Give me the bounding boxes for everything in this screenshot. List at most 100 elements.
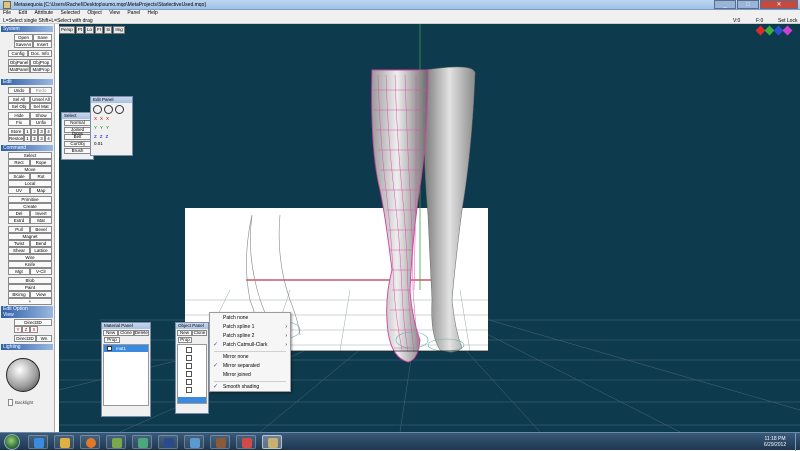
material-new-button[interactable]: New (103, 330, 119, 336)
material-delete-button[interactable]: Delete (133, 330, 149, 336)
doc-info-button[interactable]: Doc. Info (28, 50, 52, 57)
wn-toggle[interactable]: Wn (36, 335, 52, 342)
store-4[interactable]: 4 (45, 128, 52, 135)
maximize-button[interactable]: □ (737, 0, 759, 9)
object-row[interactable] (186, 387, 192, 393)
scale-handle-icon[interactable] (115, 105, 124, 114)
object-prop-button[interactable]: Prop (178, 337, 192, 343)
start-button[interactable] (4, 434, 20, 450)
menu-smooth-shading[interactable]: Smooth shading (223, 384, 259, 390)
menu-object[interactable]: Object (84, 10, 104, 17)
object-clone-button[interactable]: Clone (192, 330, 207, 336)
y-axis-scale[interactable]: Y (106, 125, 109, 130)
menu-patch-catmull-clark[interactable]: Patch Catmull-Clark (223, 342, 267, 348)
store-2[interactable]: 2 (31, 128, 38, 135)
menu-patch-spline-2[interactable]: Patch spline 2 (223, 333, 254, 339)
shear-tool[interactable]: Shear (8, 247, 30, 254)
select-normal[interactable]: Normal (64, 120, 91, 126)
object-row[interactable] (186, 363, 192, 369)
rect-tool[interactable]: Rect (8, 159, 30, 166)
bkimg-tool[interactable]: BKimg (8, 291, 30, 298)
bend-tool[interactable]: Bend (30, 240, 52, 247)
map-tool[interactable]: Map (30, 187, 52, 194)
reset-view-icon[interactable] (782, 25, 793, 36)
rot-tool[interactable]: Rot (30, 173, 52, 180)
plugin-tool[interactable]: + (8, 298, 52, 305)
select-brush[interactable]: Brush (64, 148, 91, 154)
x-axis-move[interactable]: X (94, 116, 97, 121)
store-3[interactable]: 3 (38, 128, 45, 135)
menu-help[interactable]: Help (145, 10, 161, 17)
mat-tool[interactable]: Mat (30, 217, 52, 224)
mgt-tool[interactable]: Mgt (8, 268, 30, 275)
restore-4[interactable]: 4 (45, 135, 52, 142)
store-1[interactable]: 1 (24, 128, 31, 135)
objpanel-button[interactable]: ObjPanel (8, 59, 30, 66)
menu-mirror-joined[interactable]: Mirror joined (223, 372, 251, 378)
menu-view[interactable]: View (106, 10, 123, 17)
taskbar-app-8[interactable] (210, 435, 230, 449)
object-new-button[interactable]: New (177, 330, 192, 336)
move-tool[interactable]: Move (8, 166, 52, 173)
move-handle-icon[interactable] (93, 105, 102, 114)
restore-1[interactable]: 1 (24, 135, 31, 142)
backlight-checkbox[interactable] (8, 399, 13, 406)
saveas-button[interactable]: SaveAs (14, 41, 33, 48)
taskbar-app-7[interactable] (184, 435, 204, 449)
select-curobj[interactable]: CurObj (64, 141, 91, 147)
sel-obj-button[interactable]: Sel Obj (8, 103, 30, 110)
matpanel-button[interactable]: MatPanel (8, 66, 30, 73)
select-tool[interactable]: Select (8, 152, 52, 159)
del-tool[interactable]: Del (8, 210, 30, 217)
show-button[interactable]: Show (30, 112, 52, 119)
axis-x-toggle[interactable]: X (30, 326, 38, 333)
taskbar-metasequoia[interactable] (262, 435, 282, 449)
store-button[interactable]: Store (8, 128, 24, 135)
y-axis-move[interactable]: Y (94, 125, 97, 130)
select-joined-faces[interactable]: Joined faces (64, 127, 91, 136)
menu-attribute[interactable]: Attribute (31, 10, 56, 17)
axis-y-toggle[interactable]: Y (14, 326, 22, 333)
sel-mat-button[interactable]: Sel Mat (30, 103, 52, 110)
menu-selected[interactable]: Selected (57, 10, 82, 17)
extrd-tool[interactable]: Extrd (8, 217, 30, 224)
material-clone-button[interactable]: Clone (118, 330, 134, 336)
taskbar-firefox[interactable] (80, 435, 100, 449)
objprop-button[interactable]: ObjProp (30, 59, 52, 66)
scale-tool[interactable]: Scale (8, 173, 30, 180)
tab-pt[interactable]: Pt (75, 26, 85, 34)
fix-button[interactable]: Fix (8, 119, 30, 126)
lighting-sphere[interactable] (6, 358, 40, 392)
insert-button[interactable]: Insert (33, 41, 52, 48)
magnet-tool[interactable]: Magnet (8, 233, 52, 240)
taskbar-app-9[interactable] (236, 435, 256, 449)
axis-z-toggle[interactable]: Z (22, 326, 30, 333)
object-row[interactable] (186, 379, 192, 385)
restore-2[interactable]: 2 (31, 135, 38, 142)
z-axis-rotate[interactable]: Z (100, 134, 103, 139)
x-axis-rotate[interactable]: X (100, 116, 103, 121)
redo-button[interactable]: Redo (30, 87, 52, 94)
direct3d-toggle[interactable]: Direct3D (14, 319, 52, 326)
minimize-button[interactable]: _ (714, 0, 736, 9)
create-tool[interactable]: Create (8, 203, 52, 210)
v-clr-tool[interactable]: V-Clr (30, 268, 52, 275)
pull-tool[interactable]: Pull (8, 226, 30, 233)
undo-button[interactable]: Undo (8, 87, 30, 94)
view-tool[interactable]: View (30, 291, 52, 298)
tab-persp[interactable]: Persp (59, 26, 75, 34)
object-row[interactable] (186, 347, 192, 353)
y-axis-rotate[interactable]: Y (100, 125, 103, 130)
invert-tool[interactable]: Invert (30, 210, 52, 217)
twist-tool[interactable]: Twist (8, 240, 30, 247)
blob-tool[interactable]: Blob (8, 277, 52, 284)
restore-3[interactable]: 3 (38, 135, 45, 142)
config-button[interactable]: Config (8, 50, 28, 57)
tab-fr[interactable]: Fr (95, 26, 104, 34)
taskbar-app-5[interactable] (132, 435, 152, 449)
object-row[interactable] (186, 371, 192, 377)
unsel-all-button[interactable]: Unsel All (30, 96, 52, 103)
3d-viewport[interactable] (59, 24, 800, 432)
show-desktop-button[interactable] (795, 433, 800, 451)
hide-button[interactable]: Hide (8, 112, 30, 119)
